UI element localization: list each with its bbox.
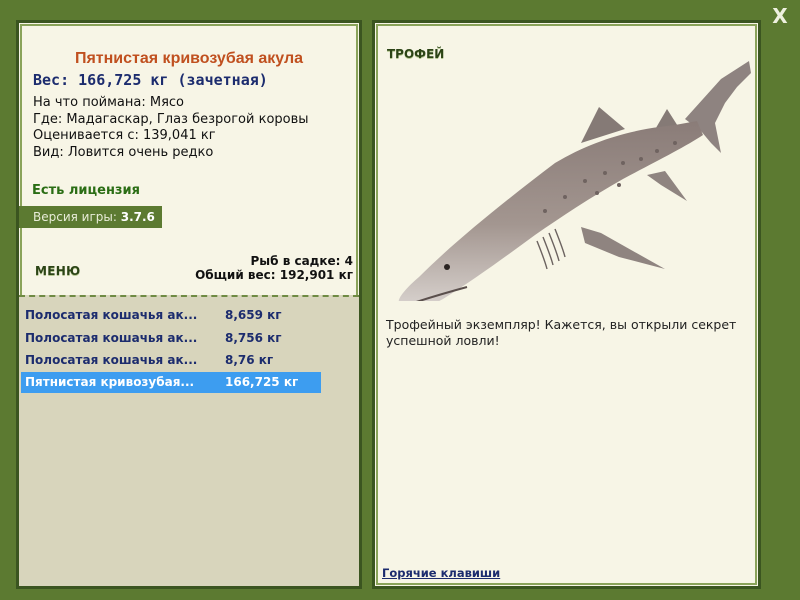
trophy-label: ТРОФЕЙ <box>387 47 445 61</box>
fish-details: На что поймана: Мясо Где: Мадагаскар, Гл… <box>33 95 309 161</box>
hotkeys-link[interactable]: Горячие клавиши <box>382 566 500 580</box>
version-value: 3.7.6 <box>120 210 155 224</box>
fish-title: Пятнистая кривозубая акула <box>74 50 304 67</box>
catch-row[interactable]: Полосатая кошачья ак... 8,76 кг <box>21 350 321 371</box>
version-bar: Версия игры: 3.7.6 <box>19 206 162 228</box>
catch-name: Полосатая кошачья ак... <box>25 308 198 322</box>
fish-count: Рыб в садке: 4 <box>250 254 354 268</box>
fish-min-weight: Оценивается с: 139,041 кг <box>33 128 216 143</box>
catch-weight: 166,725 кг <box>225 375 299 389</box>
total-weight: Общий вес: 192,901 кг <box>195 268 353 282</box>
catch-name: Пятнистая кривозубая... <box>25 375 195 389</box>
menu-button[interactable]: МЕНЮ <box>35 264 80 278</box>
catch-stats: Рыб в садке: 4 Общий вес: 192,901 кг <box>195 254 353 282</box>
fish-location: Где: Мадагаскар, Глаз безрогой коровы <box>33 111 309 127</box>
catch-row-selected[interactable]: Пятнистая кривозубая... 166,725 кг <box>21 372 321 393</box>
catch-weight: 8,76 кг <box>225 353 274 367</box>
fish-weight: Вес: 166,725 кг (зачетная) <box>33 71 268 89</box>
catch-row[interactable]: Полосатая кошачья ак... 8,756 кг <box>21 328 321 349</box>
catch-list: Полосатая кошачья ак... 8,659 кг Полосат… <box>19 295 359 586</box>
close-button[interactable]: X <box>768 4 792 28</box>
shark-image <box>398 61 751 301</box>
fish-info-panel: Пятнистая кривозубая акула Вес: 166,725 … <box>16 20 362 589</box>
version-label: Версия игры: <box>33 210 121 224</box>
fish-bait: На что поймана: Мясо <box>33 95 185 110</box>
catch-weight: 8,756 кг <box>225 331 282 345</box>
catch-name: Полосатая кошачья ак... <box>25 331 198 345</box>
trophy-description: Трофейный экземпляр! Кажется, вы открыли… <box>386 317 737 348</box>
fish-rarity: Вид: Ловится очень редко <box>33 144 214 160</box>
catch-name: Полосатая кошачья ак... <box>25 353 198 367</box>
catch-row[interactable]: Полосатая кошачья ак... 8,659 кг <box>21 305 321 326</box>
catch-weight: 8,659 кг <box>225 308 282 322</box>
trophy-panel: ТРОФЕЙ Трофейный экземпляр! Кажется, вы … <box>372 20 761 589</box>
license-status: Есть лицензия <box>32 183 140 198</box>
